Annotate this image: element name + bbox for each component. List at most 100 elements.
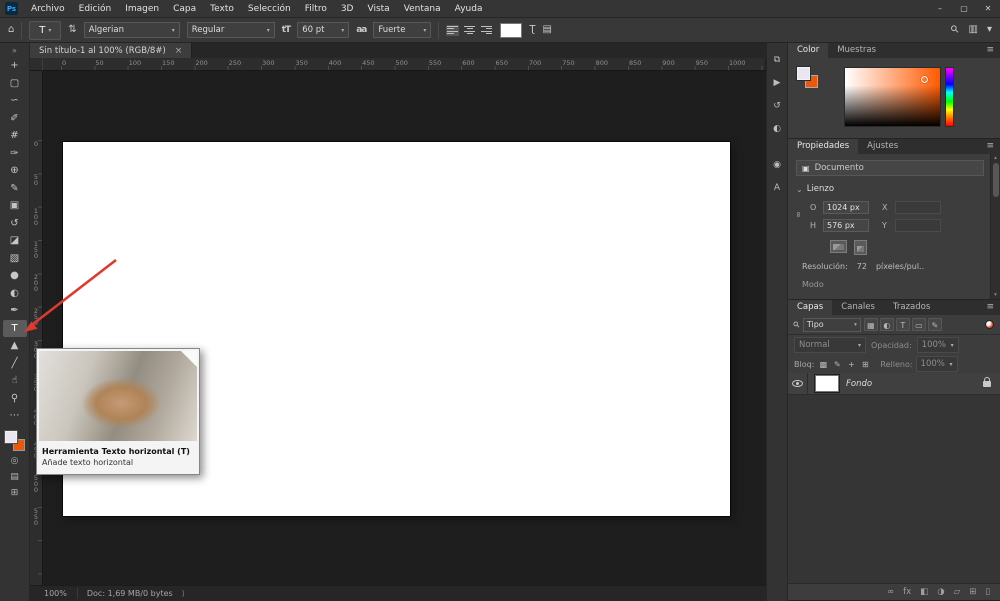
font-style-select[interactable]: Regular ▾ xyxy=(186,22,275,38)
move-tool[interactable]: + xyxy=(3,57,27,75)
type-tool[interactable]: T xyxy=(2,319,27,337)
filter-adjustment-layers-icon[interactable]: ◐ xyxy=(879,318,894,331)
foreground-color-swatch[interactable] xyxy=(4,430,17,443)
document-selector[interactable]: ▣ Documento xyxy=(796,160,984,176)
lock-artboard-icon[interactable]: ⊞ xyxy=(859,358,871,371)
photoshop-logo-icon[interactable]: Ps xyxy=(5,2,18,15)
menu-3d[interactable]: 3D xyxy=(334,0,361,18)
frame-mode-icon[interactable]: ⊞ xyxy=(3,485,27,501)
align-left-icon[interactable] xyxy=(446,24,460,36)
align-right-icon[interactable] xyxy=(480,25,493,36)
lock-position-icon[interactable]: + xyxy=(845,358,857,371)
lock-transparency-icon[interactable]: ▩ xyxy=(817,358,829,371)
actions-panel-icon[interactable]: ▶ xyxy=(769,76,785,90)
filter-type-layers-icon[interactable]: T xyxy=(895,318,910,331)
landscape-thumbnail[interactable] xyxy=(830,240,847,253)
foreground-color-swatch[interactable] xyxy=(797,67,810,80)
opacity-select[interactable]: 100% ▾ xyxy=(916,337,959,353)
layer-mask-icon[interactable]: ◧ xyxy=(920,586,928,599)
menu-vista[interactable]: Vista xyxy=(360,0,396,18)
status-options-icon[interactable]: ⟩ xyxy=(182,589,185,598)
gradient-tool[interactable]: ▧ xyxy=(3,250,27,268)
edit-toolbar-icon[interactable]: ⋯ xyxy=(3,407,27,425)
new-layer-icon[interactable]: ⊞ xyxy=(969,586,976,599)
hue-slider[interactable] xyxy=(945,67,954,127)
layer-effects-icon[interactable]: fx xyxy=(903,586,911,599)
menu-filtro[interactable]: Filtro xyxy=(298,0,334,18)
clone-stamp-tool[interactable]: ▣ xyxy=(3,197,27,215)
marquee-tool[interactable]: ▢ xyxy=(3,75,27,93)
vertical-ruler[interactable]: 050100150200250300350400450500550 xyxy=(30,71,43,585)
layer-row-background[interactable]: Fondo xyxy=(788,373,1000,395)
canvas-x-input[interactable] xyxy=(895,201,941,214)
close-button[interactable]: ✕ xyxy=(976,0,1000,18)
font-family-select[interactable]: Algerian ▾ xyxy=(83,22,180,38)
menu-archivo[interactable]: Archivo xyxy=(24,0,72,18)
filter-pixel-layers-icon[interactable]: ▦ xyxy=(863,318,878,331)
panel-menu-icon[interactable]: ≡ xyxy=(980,300,1000,315)
anti-alias-select[interactable]: Fuerte ▾ xyxy=(373,22,432,38)
search-icon[interactable]: ⚲ xyxy=(949,23,962,36)
tab-trazados[interactable]: Trazados xyxy=(883,300,940,315)
history-brush-tool[interactable]: ↺ xyxy=(3,215,27,233)
lasso-tool[interactable]: ∽ xyxy=(3,92,27,110)
menu-texto[interactable]: Texto xyxy=(203,0,241,18)
panel-menu-icon[interactable]: ≡ xyxy=(980,139,1000,154)
crop-tool[interactable]: # xyxy=(3,127,27,145)
align-center-icon[interactable] xyxy=(463,25,476,36)
hand-tool[interactable]: ☝ xyxy=(3,372,27,390)
scrollbar-thumb[interactable] xyxy=(992,163,999,197)
scroll-down-icon[interactable]: ▾ xyxy=(994,292,997,298)
layer-thumbnail[interactable] xyxy=(814,374,840,393)
tab-close-icon[interactable]: × xyxy=(175,46,183,56)
quick-selection-tool[interactable]: ✐ xyxy=(3,110,27,128)
tab-propiedades[interactable]: Propiedades xyxy=(788,139,859,154)
resolution-value[interactable]: 72 xyxy=(857,262,867,271)
adjustment-layer-icon[interactable]: ◑ xyxy=(937,586,944,599)
history-panel-icon[interactable]: ↺ xyxy=(769,99,785,113)
canvas-section-header[interactable]: ⌄ Lienzo xyxy=(796,184,834,194)
warp-text-icon[interactable]: Ʈ xyxy=(529,25,535,35)
horizontal-ruler[interactable]: 0 50 100 150 200 250 300 350 400 450 500 550 600 650 7… xyxy=(43,58,765,71)
path-selection-tool[interactable]: ▲ xyxy=(3,337,27,355)
pasteboard[interactable] xyxy=(43,71,765,585)
libraries-panel-icon[interactable]: ⧉ xyxy=(769,53,785,67)
home-icon[interactable]: ⌂ xyxy=(8,25,14,35)
tab-ajustes[interactable]: Ajustes xyxy=(858,139,908,154)
layer-group-icon[interactable]: ▱ xyxy=(954,586,961,599)
tab-canales[interactable]: Canales xyxy=(832,300,884,315)
resolution-unit[interactable]: píxeles/pul.. xyxy=(876,262,924,271)
brush-tool[interactable]: ✎ xyxy=(3,180,27,198)
panel-menu-icon[interactable]: ≡ xyxy=(980,43,1000,58)
layer-filter-select[interactable]: Tipo ▾ xyxy=(802,317,861,332)
document-tab[interactable]: Sin título-1 al 100% (RGB/8#) × xyxy=(30,43,193,58)
info-panel-icon[interactable]: ◉ xyxy=(769,158,785,172)
filter-toggle[interactable] xyxy=(985,320,994,329)
adjustments-panel-icon[interactable]: ◐ xyxy=(769,122,785,136)
color-cursor[interactable] xyxy=(921,76,928,83)
menu-ventana[interactable]: Ventana xyxy=(397,0,448,18)
toggle-panels-icon[interactable]: ▤ xyxy=(542,25,551,35)
layer-lock-icon[interactable] xyxy=(983,376,991,387)
quick-mask-icon[interactable]: ◎ xyxy=(3,453,27,469)
zoom-tool[interactable]: ⚲ xyxy=(3,390,27,408)
ruler-corner[interactable] xyxy=(30,58,43,71)
text-orientation-icon[interactable]: ⇅ xyxy=(68,25,76,35)
menu-seleccion[interactable]: Selección xyxy=(241,0,298,18)
minimize-button[interactable]: – xyxy=(928,0,952,18)
color-field[interactable] xyxy=(844,67,941,127)
tab-capas[interactable]: Capas xyxy=(788,300,833,315)
tab-muestras[interactable]: Muestras xyxy=(828,43,886,58)
filter-smart-objects-icon[interactable]: ✎ xyxy=(927,318,942,331)
collapse-toolbar-icon[interactable]: » xyxy=(0,43,29,55)
canvas-y-input[interactable] xyxy=(895,219,941,232)
delete-layer-icon[interactable]: ▯ xyxy=(985,586,990,599)
menu-imagen[interactable]: Imagen xyxy=(118,0,166,18)
menu-ayuda[interactable]: Ayuda xyxy=(448,0,490,18)
character-panel-icon[interactable]: A xyxy=(769,181,785,195)
blur-tool[interactable]: ● xyxy=(3,267,27,285)
pen-tool[interactable]: ✒ xyxy=(3,302,27,320)
healing-brush-tool[interactable]: ⊕ xyxy=(3,162,27,180)
screen-mode-icon[interactable]: ▤ xyxy=(3,469,27,485)
eyedropper-tool[interactable]: ✑ xyxy=(3,145,27,163)
